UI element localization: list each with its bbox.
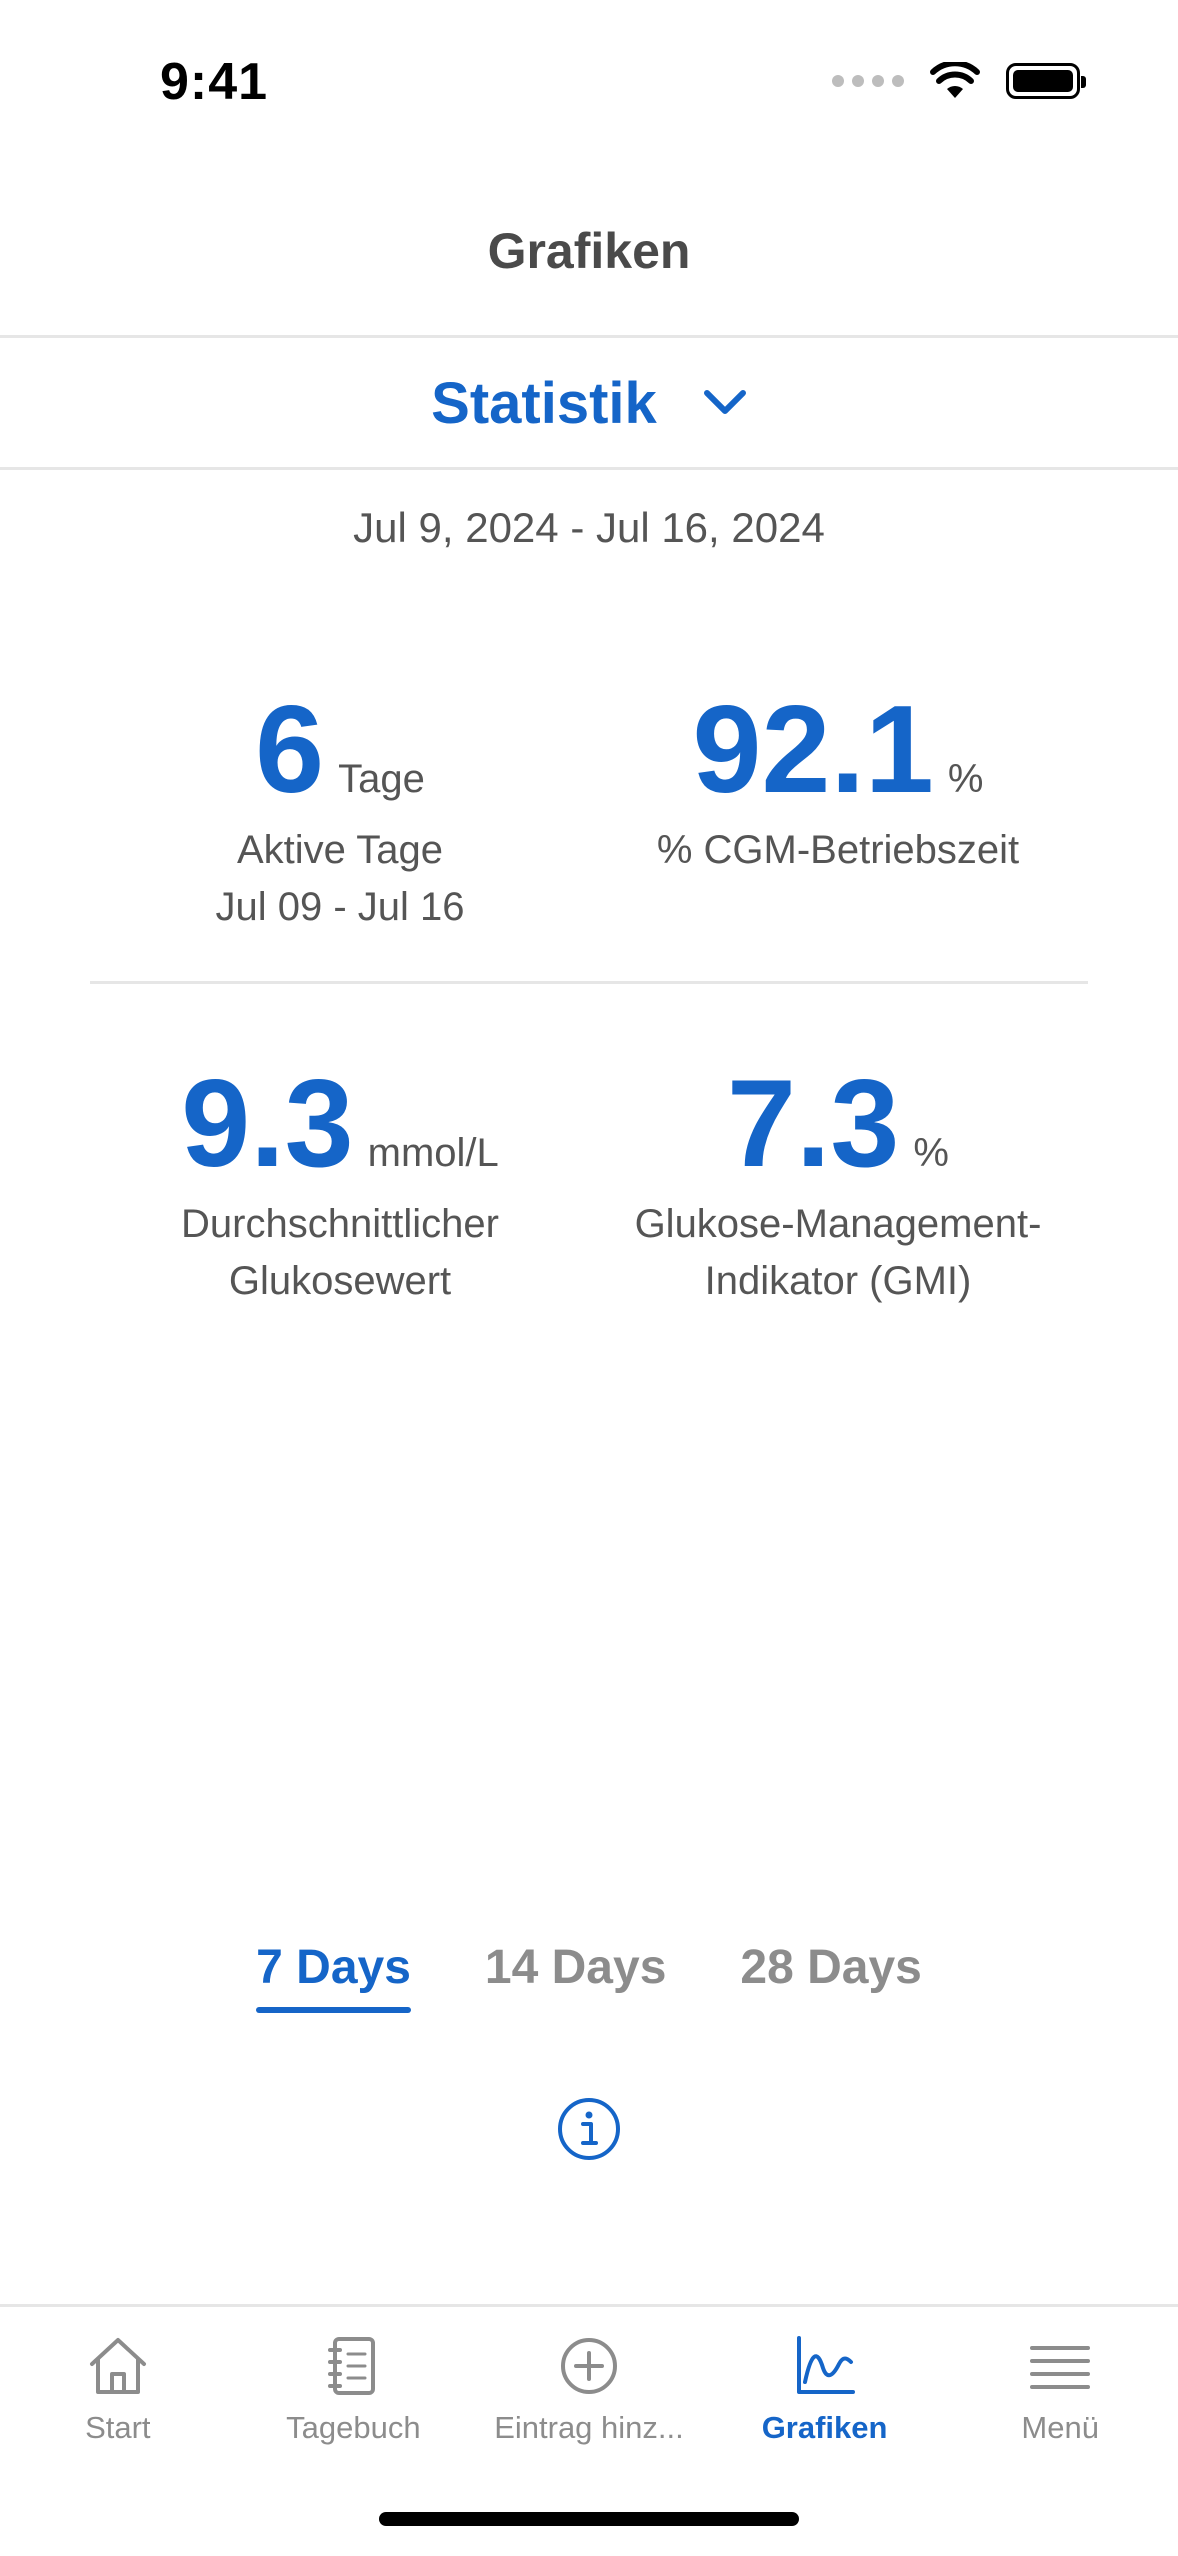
status-bar: 9:41: [0, 0, 1178, 170]
page-title: Grafiken: [487, 223, 691, 279]
tab-bar-divider: [0, 2304, 1178, 2307]
tab-label: Tagebuch: [286, 2410, 421, 2445]
stat-label: Glukose-Management-: [634, 1202, 1042, 1246]
date-range: Jul 9, 2024 - Jul 16, 2024: [353, 504, 825, 551]
stat-label: Aktive Tage: [236, 828, 444, 872]
tab-label: Grafiken: [761, 2410, 888, 2445]
stat-average-glucose: 9.3 mmol/L Durchschnittlicher Glukosewer…: [60, 1062, 620, 1310]
stats-divider: [90, 981, 1088, 984]
stat-unit: %: [947, 757, 984, 801]
chart-line-icon: [796, 2336, 855, 2394]
tab-14-days[interactable]: 14 Days: [485, 1940, 666, 2007]
status-icons: [832, 62, 1086, 100]
status-time: 9:41: [160, 53, 269, 111]
tab-grafiken[interactable]: Grafiken: [707, 2330, 943, 2470]
info-icon[interactable]: [556, 2096, 622, 2162]
stat-cgm-uptime: 92.1 % % CGM-Betriebszeit: [558, 688, 1118, 879]
tab-label: Start: [85, 2410, 151, 2445]
stat-label: % CGM-Betriebszeit: [656, 828, 1020, 872]
tab-label: Menü: [1021, 2410, 1099, 2445]
selector-divider: [0, 467, 1178, 470]
stat-gmi: 7.3 % Glukose-Management- Indikator (GMI…: [558, 1062, 1118, 1310]
tab-start[interactable]: Start: [0, 2330, 236, 2470]
stat-label: Glukosewert: [228, 1259, 452, 1303]
cellular-signal-icon: [832, 75, 904, 87]
stat-unit: Tage: [338, 757, 425, 801]
stat-label: Durchschnittlicher: [181, 1202, 499, 1246]
stat-unit: mmol/L: [367, 1131, 499, 1175]
add-circle-icon: [560, 2338, 617, 2394]
battery-icon: [1006, 63, 1086, 99]
stat-sublabel: Jul 09 - Jul 16: [215, 885, 465, 929]
notebook-icon: [328, 2337, 376, 2395]
section-selector-dropdown[interactable]: Statistik: [0, 338, 1178, 468]
stat-unit: %: [913, 1131, 949, 1175]
stat-value: 6: [255, 681, 325, 819]
range-tabs: 7 Days 14 Days 28 Days: [0, 1940, 1178, 2013]
bottom-tab-bar: Start Tagebuch Eintrag hinz... Grafiken …: [0, 2330, 1178, 2470]
menu-icon: [1030, 2346, 1091, 2389]
stat-value: 9.3: [181, 1055, 354, 1193]
tab-menu[interactable]: Menü: [942, 2330, 1178, 2470]
tab-add-entry[interactable]: Eintrag hinz...: [471, 2330, 707, 2470]
stat-value: 7.3: [727, 1055, 900, 1193]
chevron-down-icon: [703, 390, 746, 414]
tab-7-days[interactable]: 7 Days: [256, 1940, 411, 2013]
tab-label: Eintrag hinz...: [494, 2410, 684, 2445]
stat-label: Indikator (GMI): [704, 1259, 972, 1303]
section-selector-label: Statistik: [431, 370, 657, 436]
home-indicator[interactable]: [379, 2512, 799, 2526]
wifi-icon: [930, 62, 980, 98]
home-icon: [89, 2338, 146, 2394]
stat-value: 92.1: [692, 681, 934, 819]
tab-tagebuch[interactable]: Tagebuch: [236, 2330, 472, 2470]
tab-28-days[interactable]: 28 Days: [740, 1940, 921, 2007]
stat-active-days: 6 Tage Aktive Tage Jul 09 - Jul 16: [60, 688, 620, 936]
